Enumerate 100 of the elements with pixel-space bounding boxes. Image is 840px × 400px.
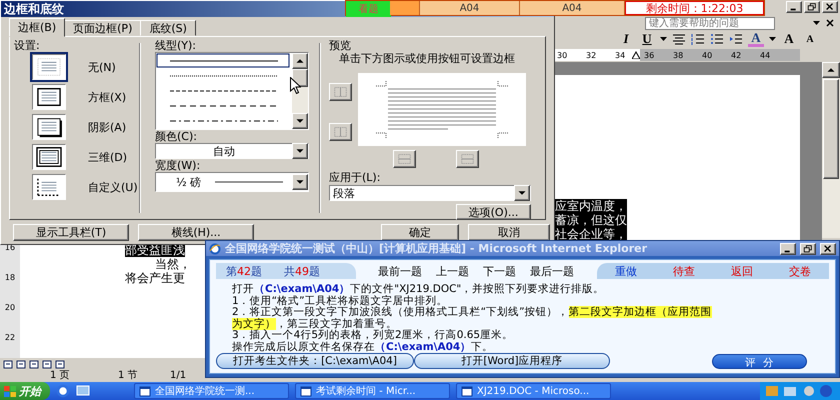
scrollbar-track[interactable] (292, 53, 308, 130)
border-toggle-button[interactable] (456, 150, 479, 168)
help-search-field[interactable]: 键入需要帮助的问题 (645, 16, 775, 30)
line-style-option[interactable] (156, 53, 290, 68)
caret-icon[interactable] (813, 21, 820, 25)
tab[interactable]: 页面边框(P) (64, 20, 142, 36)
dialog-button[interactable]: 取消 (468, 224, 550, 242)
document-text: 社会企业等， (555, 227, 627, 241)
width-dropdown[interactable]: ½ 磅 (155, 172, 309, 192)
color-label: 颜色(C): (155, 130, 198, 144)
scrollbar-thumb[interactable] (823, 79, 839, 179)
border-setting-option[interactable] (32, 174, 66, 200)
question-nav-link[interactable]: 下一题 (483, 264, 516, 278)
open-button[interactable]: 打开[Word]应用程序 (414, 353, 610, 369)
line-sample-icon (215, 180, 284, 184)
border-toggle-button[interactable] (329, 123, 352, 142)
ruler-number: 18 (4, 272, 16, 284)
underline-button[interactable]: U (639, 31, 655, 47)
question-nav-link[interactable]: 上一题 (436, 264, 469, 278)
ruler-number: 32 (586, 50, 598, 60)
ruler-number: 30 (557, 50, 568, 60)
align-center-icon[interactable] (672, 33, 686, 45)
line-style-label: 线型(Y): (155, 39, 198, 52)
shrink-font-button[interactable]: A (802, 34, 818, 44)
view-mode-icon[interactable] (42, 360, 52, 368)
instruction-text: 操作完成后以原文件名保存在（C:\exam\A04）下。 (232, 342, 494, 353)
status-text: 1/1 (170, 370, 186, 382)
restore-icon[interactable] (800, 242, 816, 254)
border-toggle-button[interactable] (329, 83, 352, 102)
width-label: 宽度(W): (155, 159, 202, 172)
view-mode-icon[interactable] (16, 360, 26, 368)
instruction-text: 3．插入一个4行5列的表格，列宽2厘米，行高0.65厘米。 (232, 330, 514, 341)
dropdown-arrow-button[interactable] (292, 143, 308, 160)
setting-option-label[interactable]: 阴影(A) (88, 120, 126, 135)
dialog-button[interactable]: 显示工具栏(T) (13, 224, 129, 242)
desktop-icon[interactable] (76, 384, 90, 398)
caret-icon[interactable] (769, 37, 776, 41)
line-style-list[interactable] (155, 52, 309, 130)
border-setting-option[interactable] (32, 84, 66, 110)
instruction-text: 打开（C:\exam\A04）下的文件"XJ219.DOC"，并按照下列要求进行排版。 (232, 284, 604, 295)
question-counter: 第42题 (226, 264, 262, 278)
caret-icon[interactable] (660, 37, 667, 41)
close-icon[interactable] (826, 19, 834, 27)
view-mode-icon[interactable] (3, 360, 13, 368)
setting-option-label[interactable]: 方框(X) (88, 90, 126, 105)
tray-icons-drawing[interactable] (766, 384, 834, 398)
open-button[interactable]: 打开考生文件夹：[C:\exam\A04] (216, 353, 414, 369)
options-button[interactable]: 选项(O)... (456, 204, 531, 220)
border-setting-option[interactable] (32, 114, 66, 140)
vertical-scrollbar[interactable] (822, 62, 840, 238)
browser-window-icon (300, 385, 312, 397)
dialog-button[interactable]: 确定 (381, 224, 459, 242)
status-text: 1 页 (50, 370, 71, 382)
document-text: 当然， (155, 257, 191, 271)
ruler-number: 40 (702, 50, 714, 60)
setting-label: 设置: (14, 39, 41, 52)
dropdown-arrow-button[interactable] (292, 174, 308, 190)
document-text: 蓄凉，但这仅 (555, 213, 627, 227)
minimize-icon[interactable] (780, 242, 796, 254)
border-toggle-button[interactable] (393, 150, 416, 168)
taskbar-button[interactable]: 全国网络学院统一测... (134, 383, 289, 399)
browser-logo-icon (209, 242, 221, 254)
setting-option-label[interactable]: 三维(D) (88, 150, 128, 165)
exam-action-link[interactable]: 重做 (615, 264, 637, 278)
dialog-button[interactable]: 横线(H)... (138, 224, 254, 242)
tab[interactable]: 边框(B) (9, 18, 66, 38)
browser-logo-icon[interactable] (56, 384, 70, 398)
view-mode-icon[interactable] (55, 360, 65, 368)
border-setting-option[interactable] (32, 144, 66, 170)
question-nav-link[interactable]: 最前一题 (378, 264, 422, 278)
bullet-list-icon[interactable] (710, 33, 724, 45)
taskbar-button[interactable]: 考试剩余时间 - Micr... (295, 383, 450, 399)
view-mode-icon[interactable] (29, 360, 39, 368)
apply-to-label: 应用于(L): (329, 171, 382, 184)
mouse-pointer-icon (290, 77, 301, 94)
ruler-number: 22 (4, 332, 16, 344)
dropdown-arrow-button[interactable] (514, 185, 530, 202)
status-text: 1 节 (118, 370, 139, 382)
restore-icon[interactable] (804, 1, 820, 13)
italic-button[interactable]: I (618, 31, 634, 47)
setting-option-label[interactable]: 无(N) (88, 60, 116, 75)
numbered-list-icon[interactable] (691, 33, 705, 45)
indent-marker-icon[interactable] (632, 51, 640, 59)
color-dropdown[interactable]: 自动 (155, 143, 309, 160)
question-nav-link[interactable]: 最后一题 (530, 264, 574, 278)
four-color-flag-icon (4, 386, 16, 396)
scroll-up-button[interactable] (292, 53, 308, 70)
document-icon (461, 385, 473, 397)
tab[interactable]: 底纹(S) (140, 20, 196, 36)
apply-to-dropdown[interactable]: 段落 (329, 185, 531, 202)
ruler-number: 42 (731, 50, 742, 60)
taskbar-button[interactable]: XJ219.DOC - Microso... (456, 383, 611, 399)
score-button[interactable]: 评 分 (712, 354, 807, 368)
setting-option-label[interactable]: 自定义(U) (88, 180, 138, 195)
scroll-down-button[interactable] (292, 113, 308, 130)
minimize-icon[interactable] (786, 1, 802, 13)
indent-icon[interactable] (729, 33, 743, 45)
question-counter: 共49题 (284, 264, 320, 278)
scroll-up-button[interactable] (822, 62, 840, 78)
grow-font-button[interactable]: A (781, 31, 797, 47)
